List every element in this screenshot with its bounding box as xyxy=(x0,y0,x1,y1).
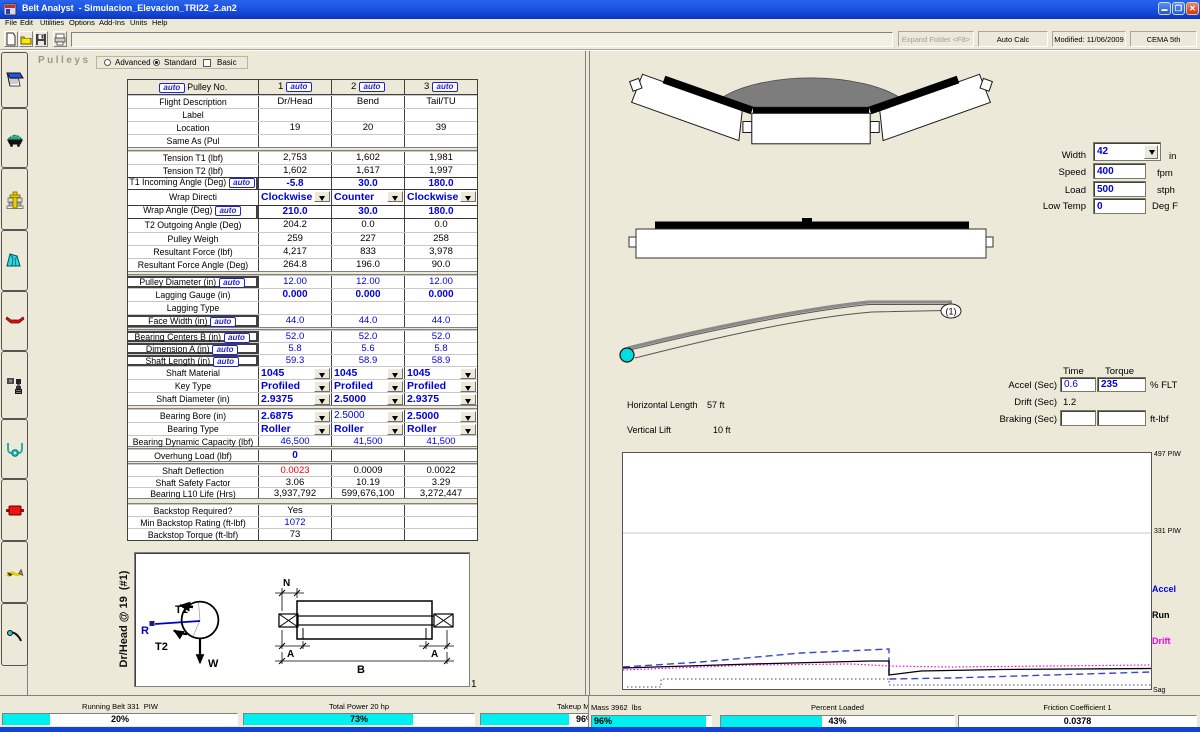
svg-text:A: A xyxy=(287,649,294,660)
svg-text:N: N xyxy=(283,578,290,589)
svg-text:(1): (1) xyxy=(946,307,957,317)
svg-text:A: A xyxy=(431,649,438,660)
svg-text:B: B xyxy=(357,664,365,676)
svg-text:T2: T2 xyxy=(155,641,168,653)
svg-text:W: W xyxy=(208,658,219,670)
svg-text:R: R xyxy=(141,625,149,637)
